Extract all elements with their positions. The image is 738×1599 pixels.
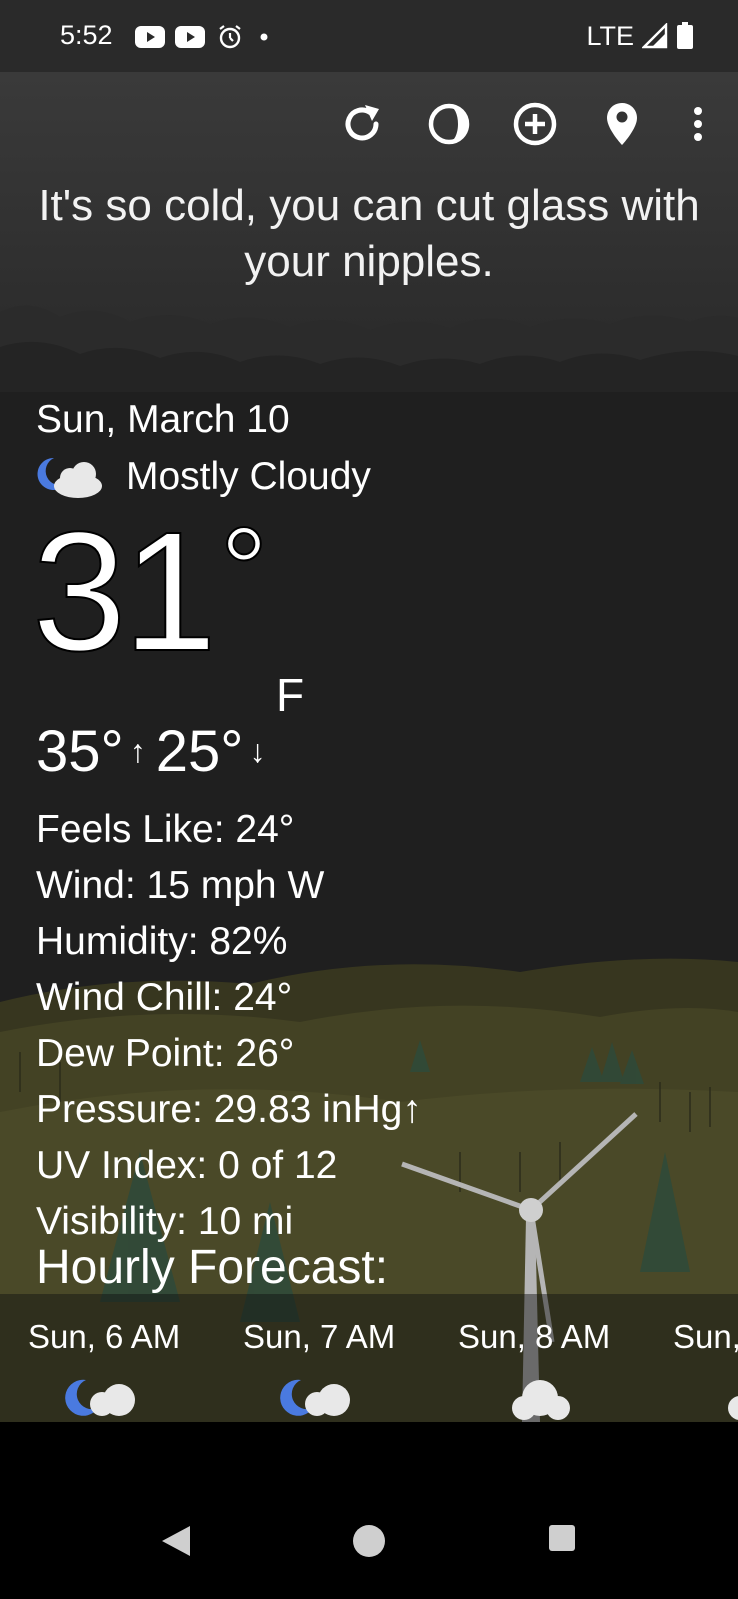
- low-temp: 25°: [155, 719, 244, 784]
- weather-screen[interactable]: It's so cold, you can cut glass with you…: [0, 72, 738, 1422]
- location-button[interactable]: [594, 96, 650, 152]
- system-icons: LTE: [586, 20, 694, 52]
- dot-icon: [260, 33, 268, 41]
- wind: Wind: 15 mph W: [36, 864, 325, 907]
- temperature-unit: F: [276, 669, 305, 721]
- add-location-button[interactable]: [507, 96, 563, 152]
- uv-index: UV Index: 0 of 12: [36, 1144, 338, 1187]
- condition-text: Mostly Cloudy: [126, 455, 371, 498]
- overflow-menu-button[interactable]: [670, 96, 726, 152]
- network-type: LTE: [586, 20, 634, 51]
- overflow-menu-icon: [694, 107, 702, 141]
- high-arrow: ↑: [129, 733, 146, 769]
- feels-like: Feels Like: 24°: [36, 808, 295, 851]
- theme-button[interactable]: [421, 96, 477, 152]
- youtube-icon: [175, 26, 205, 48]
- dew-point: Dew Point: 26°: [36, 1032, 295, 1075]
- cloud-icon: [512, 1380, 570, 1420]
- recents-icon[interactable]: [548, 1524, 576, 1552]
- signal-icon: [642, 23, 668, 49]
- home-icon[interactable]: [352, 1524, 386, 1558]
- humidity: Humidity: 82%: [36, 920, 288, 963]
- back-icon[interactable]: [160, 1524, 192, 1558]
- hourly-forecast-strip[interactable]: Sun, 6 AM Sun, 7 AM Sun, 8 AM Sun, 9 AM: [0, 1294, 738, 1422]
- battery-icon: [677, 22, 693, 49]
- alarm-icon: [219, 25, 241, 49]
- hourly-forecast-title: Hourly Forecast:: [36, 1241, 389, 1294]
- pressure: Pressure: 29.83 inHg↑: [36, 1088, 422, 1131]
- condition-row: Mostly Cloudy: [36, 452, 371, 502]
- details-list: Feels Like: 24° Wind: 15 mph W Humidity:…: [36, 802, 422, 1250]
- wind-chill: Wind Chill: 24°: [36, 976, 293, 1019]
- partly-cloudy-night-icon: [37, 457, 102, 498]
- navigation-bar: [0, 1422, 738, 1599]
- hourly-item-label[interactable]: Sun, 6 AM: [28, 1318, 180, 1356]
- status-time: 5:52: [60, 20, 113, 50]
- theme-icon: [428, 103, 470, 145]
- high-temp: 35°: [36, 719, 124, 784]
- low-arrow: ↓: [249, 733, 266, 769]
- youtube-icon: [135, 26, 165, 48]
- refresh-icon: [345, 105, 379, 141]
- hourly-item-label[interactable]: Sun, 9 AM: [673, 1318, 738, 1356]
- current-temperature: 31: [31, 497, 218, 687]
- high-low: 35° ↑ 25° ↓: [36, 718, 275, 785]
- temperature-degree: °: [219, 503, 269, 637]
- toolbar: [0, 96, 738, 152]
- notification-icons: [135, 22, 269, 52]
- weather-quote: It's so cold, you can cut glass with you…: [38, 181, 700, 286]
- status-bar: 5:52 LTE: [0, 0, 738, 72]
- current-date: Sun, March 10: [36, 398, 290, 441]
- add-location-icon: [513, 102, 557, 146]
- hourly-item-label[interactable]: Sun, 7 AM: [243, 1318, 395, 1356]
- location-pin-icon: [607, 103, 637, 145]
- refresh-button[interactable]: [334, 96, 390, 152]
- cloud-icon: [728, 1396, 738, 1420]
- partly-cloudy-night-icon: [65, 1379, 135, 1416]
- hourly-item-label[interactable]: Sun, 8 AM: [458, 1318, 610, 1356]
- partly-cloudy-night-icon: [280, 1379, 350, 1416]
